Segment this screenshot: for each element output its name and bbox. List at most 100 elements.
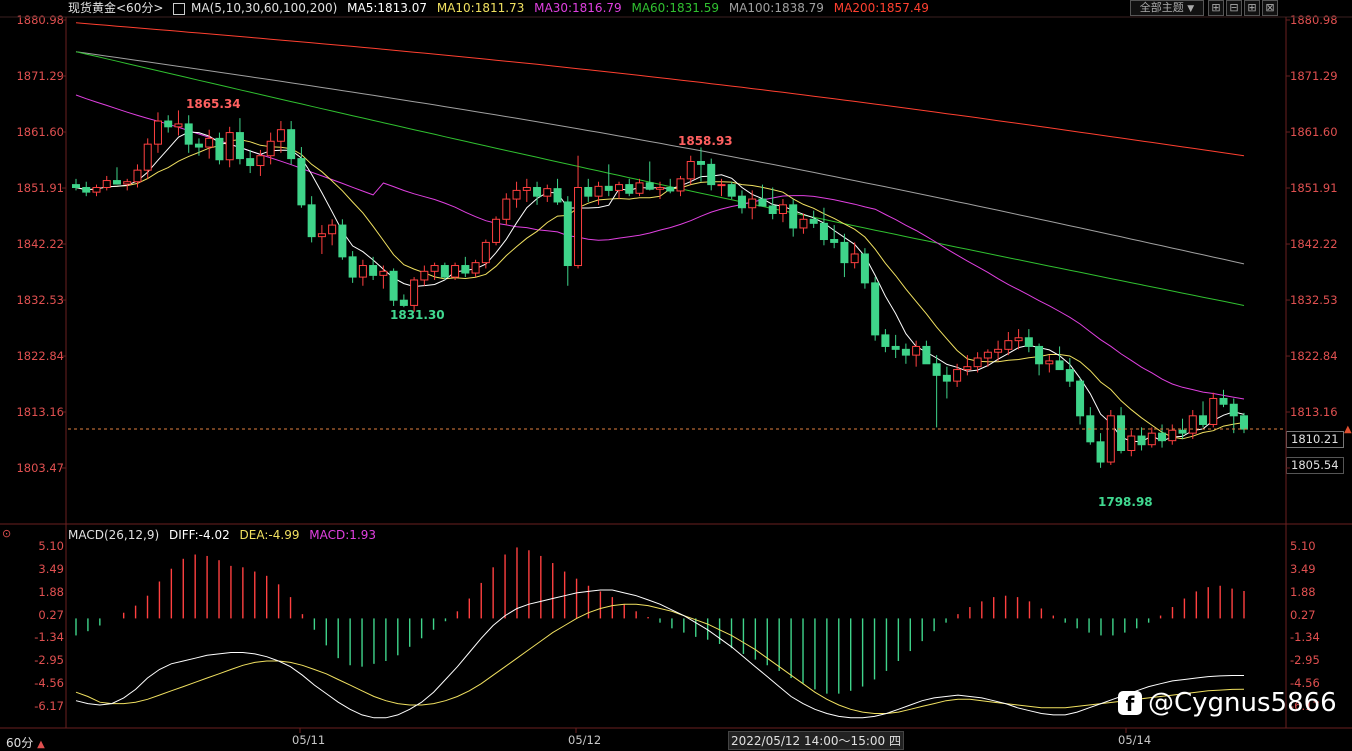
candle-body — [256, 155, 265, 167]
candle-body — [891, 345, 900, 350]
low2-label: 1798.98 — [1098, 495, 1153, 509]
candle-body — [328, 224, 337, 235]
candle-body — [1076, 380, 1085, 417]
candle-body — [123, 181, 132, 185]
low1-label: 1831.30 — [390, 308, 445, 322]
candle-body — [1199, 415, 1208, 425]
ma60-line — [75, 51, 1245, 306]
candle-body — [727, 184, 736, 197]
candle-body — [522, 187, 531, 191]
candle-body — [1178, 429, 1187, 434]
candle-body — [133, 169, 142, 183]
candle-body — [696, 160, 705, 165]
period-selector[interactable]: 60分 ▲ — [6, 734, 45, 751]
candle-body — [82, 187, 91, 193]
candle-body — [1106, 415, 1115, 463]
period-arrow-icon: ▲ — [37, 739, 45, 750]
diff-line — [75, 589, 1244, 719]
candle-body — [615, 184, 624, 191]
candle-body — [860, 253, 869, 284]
candle-body — [953, 369, 962, 382]
macd-params: MACD(26,12,9) — [68, 528, 160, 542]
candle-body — [1035, 345, 1044, 365]
candle-body — [1096, 441, 1105, 463]
candle-body — [1137, 435, 1146, 446]
candle-body — [758, 198, 767, 207]
macd-dea: DEA:-4.99 — [239, 528, 300, 542]
candle-body — [707, 163, 716, 186]
candle-body — [912, 345, 921, 356]
macd-header: MACD(26,12,9) DIFF:-4.02 DEA:-4.99 MACD:… — [68, 528, 376, 542]
candle-body — [789, 204, 798, 229]
candle-body — [656, 187, 664, 190]
candle-body — [584, 187, 593, 197]
candle-body — [830, 239, 839, 243]
candle-body — [574, 187, 583, 267]
candle-body — [512, 189, 521, 200]
candle-body — [942, 374, 951, 382]
candle-body — [1209, 397, 1218, 425]
candle-body — [420, 270, 429, 281]
period-label: 60分 — [6, 736, 34, 750]
candle-body — [850, 253, 859, 264]
candle-body — [174, 123, 183, 128]
macd-settings-icon[interactable]: ⊙ — [2, 527, 11, 540]
candle-body — [369, 265, 378, 276]
candle-body — [1168, 429, 1177, 442]
candle-body — [225, 132, 234, 161]
candle-body — [430, 265, 439, 272]
candle-body — [768, 205, 777, 215]
ma5-line — [75, 131, 1245, 443]
candle-body — [932, 363, 941, 376]
candle-body — [686, 160, 695, 180]
candle-body — [963, 366, 972, 371]
candle-body — [553, 188, 562, 203]
candle-body — [819, 222, 828, 241]
candle-body — [215, 137, 224, 161]
candle-body — [502, 198, 511, 220]
candle-body — [440, 265, 449, 278]
candlestick-chart[interactable] — [0, 0, 1352, 750]
candle-body — [717, 184, 726, 187]
candle-body — [112, 180, 121, 185]
candle-body — [102, 180, 111, 189]
candle-body — [1117, 415, 1126, 451]
candle-body — [1045, 360, 1054, 365]
candle-body — [533, 187, 542, 197]
candle-body — [153, 120, 162, 145]
candle-body — [881, 334, 890, 347]
candle-body — [666, 187, 675, 192]
candle-body — [983, 351, 992, 359]
candle-body — [205, 137, 214, 148]
candle-body — [594, 185, 603, 197]
candle-body — [543, 188, 552, 197]
ma100-line — [75, 51, 1245, 265]
candle-body — [307, 204, 316, 238]
candle-body — [358, 265, 367, 278]
candle-body — [379, 270, 388, 276]
high1-label: 1865.34 — [186, 97, 241, 111]
candle-body — [297, 158, 306, 206]
candle-body — [840, 241, 849, 264]
candle-body — [799, 218, 808, 229]
candle-body — [676, 178, 685, 192]
candle-body — [1188, 415, 1197, 434]
candle-body — [1219, 397, 1228, 405]
candle-body — [92, 187, 101, 193]
macd-diff: DIFF:-4.02 — [168, 528, 230, 542]
candle-body — [471, 262, 480, 274]
candle-body — [492, 218, 501, 243]
candle-body — [922, 345, 931, 365]
candle-body — [389, 270, 398, 301]
date-label-0514: 05/14 — [1118, 733, 1152, 747]
candle-body — [901, 348, 910, 356]
candle-body — [451, 265, 460, 278]
candle-body — [461, 265, 470, 274]
candle-body — [645, 182, 654, 190]
candle-body — [348, 256, 357, 278]
facebook-icon: f — [1118, 691, 1142, 716]
candle-body — [809, 218, 818, 224]
candle-body — [338, 224, 347, 258]
candle-body — [266, 140, 275, 157]
date-label-0511: 05/11 — [292, 733, 326, 747]
